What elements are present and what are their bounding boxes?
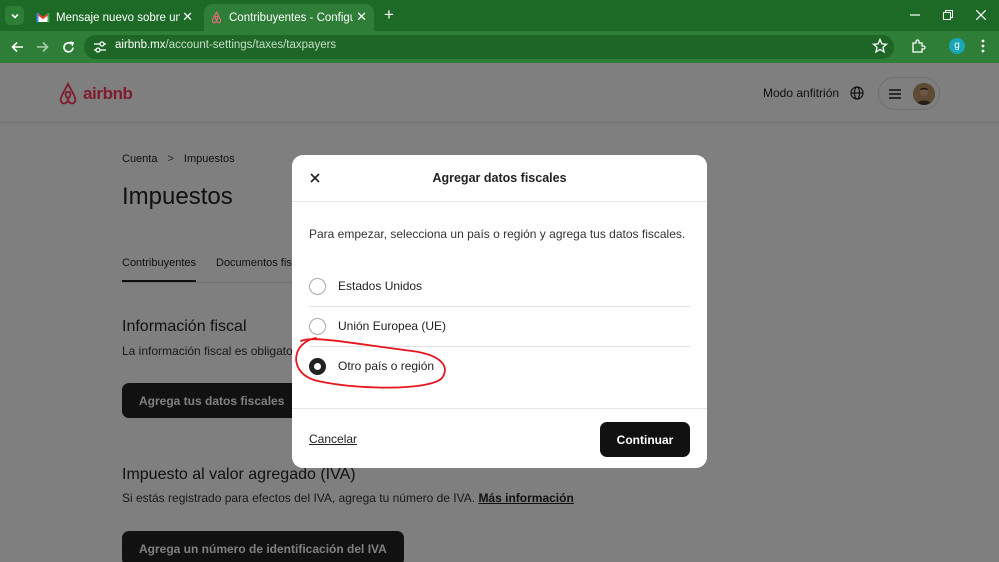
gmail-icon (36, 12, 50, 23)
new-tab-button[interactable]: + (380, 5, 398, 25)
option-european-union[interactable]: Unión Europea (UE) (309, 306, 690, 346)
reload-icon (62, 40, 74, 53)
close-tab-icon[interactable]: ✕ (182, 10, 193, 23)
option-united-states[interactable]: Estados Unidos (309, 266, 690, 306)
tab-title: Contribuyentes - Configuración (229, 11, 353, 24)
minimize-button[interactable] (905, 6, 925, 24)
radio-european-union[interactable] (309, 317, 326, 335)
option-other-country[interactable]: Otro país o región (309, 346, 690, 386)
browser-tab-airbnb[interactable]: Contribuyentes - Configuración ✕ (204, 4, 374, 31)
radio-united-states[interactable] (309, 277, 326, 295)
tax-data-dialog: Agregar datos fiscales Para empezar, sel… (292, 155, 707, 468)
cancel-button[interactable]: Cancelar (309, 432, 357, 446)
option-label: Estados Unidos (338, 279, 423, 293)
site-settings-icon[interactable] (93, 40, 107, 54)
forward-button[interactable] (33, 38, 51, 56)
option-label: Otro país o región (338, 359, 435, 373)
chevron-down-icon (10, 13, 19, 19)
browser-tab-gmail[interactable]: Mensaje nuevo sobre un servicio ✕ (30, 4, 200, 31)
profile-avatar[interactable]: g (949, 38, 965, 54)
url-host: airbnb.mx (115, 39, 166, 51)
dialog-footer-divider (292, 408, 707, 409)
continue-button[interactable]: Continuar (600, 422, 690, 457)
airbnb-icon (210, 11, 223, 24)
dialog-header: Agregar datos fiscales (292, 155, 707, 202)
option-label: Unión Europea (UE) (338, 319, 447, 333)
arrow-right-icon (36, 41, 49, 53)
arrow-left-icon (10, 41, 23, 53)
dialog-intro: Para empezar, selecciona un país o regió… (309, 227, 686, 241)
url-path: /account-settings/taxes/taxpayers (165, 39, 337, 51)
radio-other-country[interactable] (309, 357, 326, 375)
close-icon (976, 10, 986, 20)
tab-search-button[interactable] (5, 6, 24, 25)
bookmark-star-icon[interactable] (872, 38, 888, 54)
restore-icon (943, 10, 953, 20)
browser-tab-strip: Mensaje nuevo sobre un servicio ✕ Contri… (0, 0, 999, 31)
back-button[interactable] (8, 38, 26, 56)
screen: Mensaje nuevo sobre un servicio ✕ Contri… (0, 0, 999, 562)
dialog-title: Agregar datos fiscales (432, 171, 567, 185)
minimize-icon (910, 14, 920, 16)
extensions-icon[interactable] (910, 38, 926, 54)
more-menu-icon[interactable] (978, 38, 988, 54)
close-window-button[interactable] (971, 6, 991, 24)
close-tab-icon[interactable]: ✕ (356, 10, 367, 23)
reload-button[interactable] (59, 38, 77, 56)
tab-title: Mensaje nuevo sobre un servicio (56, 11, 180, 24)
restore-button[interactable] (938, 6, 958, 24)
url-text[interactable]: airbnb.mx/account-settings/taxes/taxpaye… (115, 39, 336, 51)
